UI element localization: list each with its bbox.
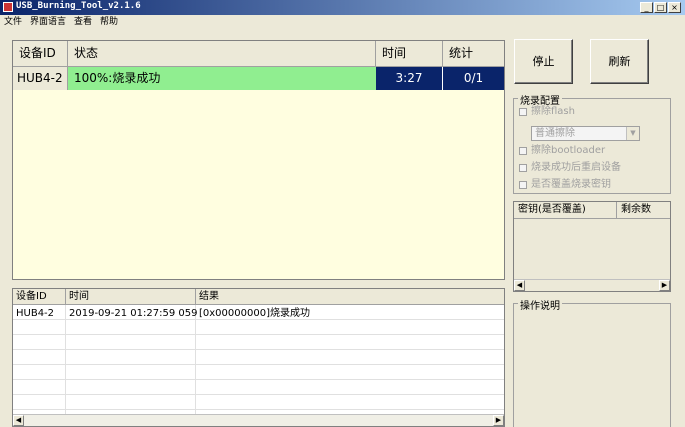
log-horizontal-scrollbar[interactable]: ◀ ▶	[13, 414, 504, 426]
menu-language[interactable]: 界面语言	[30, 15, 66, 29]
key-horizontal-scrollbar[interactable]: ◀ ▶	[514, 279, 670, 291]
scroll-left-icon[interactable]: ◀	[13, 415, 24, 426]
device-id-cell: HUB4-2	[13, 67, 68, 90]
window-title: USB_Burning_Tool_v2.1.6	[16, 1, 141, 11]
header-stats[interactable]: 统计	[443, 41, 504, 66]
checkbox-icon[interactable]	[519, 180, 527, 189]
header-device-id[interactable]: 设备ID	[13, 41, 68, 66]
scroll-left-icon[interactable]: ◀	[514, 280, 525, 291]
device-status-table: 设备ID 状态 时间 统计 HUB4-2 100%:烧录成功 3:27 0/1	[12, 40, 505, 280]
overwrite-key-label: 是否覆盖烧录密钥	[531, 179, 611, 190]
overwrite-key-option[interactable]: 是否覆盖烧录密钥	[519, 178, 611, 191]
grid-line	[195, 305, 196, 415]
erase-bootloader-option[interactable]: 擦除bootloader	[519, 144, 605, 157]
reboot-after-label: 烧录成功后重启设备	[531, 162, 621, 173]
scroll-right-icon[interactable]: ▶	[493, 415, 504, 426]
app-icon	[3, 2, 13, 12]
menu-file[interactable]: 文件	[4, 15, 22, 29]
grid-line	[13, 349, 504, 350]
scroll-right-icon[interactable]: ▶	[659, 280, 670, 291]
log-device-id-cell[interactable]: HUB4-2	[13, 306, 54, 321]
log-table-header: 设备ID 时间 结果	[13, 289, 504, 305]
grid-line	[65, 305, 66, 415]
log-header-time[interactable]: 时间	[66, 289, 196, 304]
grid-line	[13, 409, 504, 410]
erase-bootloader-label: 擦除bootloader	[531, 145, 606, 156]
time-cell: 3:27	[376, 67, 443, 90]
instructions-group: 操作说明	[513, 297, 671, 427]
refresh-button[interactable]: 刷新	[590, 39, 649, 84]
instructions-title: 操作说明	[518, 297, 562, 312]
checkbox-icon[interactable]	[519, 107, 527, 116]
erase-flash-label: 擦除flash	[531, 106, 575, 117]
erase-mode-select[interactable]: 普通擦除 ▼	[531, 126, 640, 141]
erase-flash-option[interactable]: 擦除flash	[519, 105, 575, 118]
device-table-header: 设备ID 状态 时间 统计	[13, 41, 504, 67]
maximize-button[interactable]: □	[654, 2, 667, 13]
key-header-name[interactable]: 密钥(是否覆盖)	[514, 202, 617, 218]
log-time-cell[interactable]: 2019-09-21 01:27:59 059	[66, 306, 197, 321]
checkbox-icon[interactable]	[519, 146, 527, 155]
log-table: 设备ID 时间 结果 HUB4-2 2019-09-21 01:27:59 05…	[12, 288, 505, 427]
erase-mode-value: 普通擦除	[535, 128, 575, 139]
reboot-after-option[interactable]: 烧录成功后重启设备	[519, 161, 621, 174]
close-button[interactable]: ×	[668, 2, 681, 13]
grid-line	[13, 334, 504, 335]
title-bar: USB_Burning_Tool_v2.1.6 _ □ ×	[0, 0, 685, 15]
status-cell: 100%:烧录成功	[68, 67, 376, 90]
minimize-button[interactable]: _	[640, 2, 653, 13]
log-result-cell[interactable]: [0x00000000]烧录成功	[196, 306, 310, 321]
header-status[interactable]: 状态	[68, 41, 376, 66]
menu-view[interactable]: 查看	[74, 15, 92, 29]
menu-bar: 文件 界面语言 查看 帮助	[0, 15, 685, 29]
stop-button[interactable]: 停止	[514, 39, 573, 84]
window-controls: _ □ ×	[640, 2, 681, 13]
log-header-result[interactable]: 结果	[196, 289, 504, 304]
log-header-device-id[interactable]: 设备ID	[13, 289, 66, 304]
device-row[interactable]: HUB4-2 100%:烧录成功 3:27 0/1	[13, 67, 504, 90]
checkbox-icon[interactable]	[519, 163, 527, 172]
header-time[interactable]: 时间	[376, 41, 443, 66]
grid-line	[13, 379, 504, 380]
key-table: 密钥(是否覆盖) 剩余数 ◀ ▶	[513, 201, 671, 292]
menu-help[interactable]: 帮助	[100, 15, 118, 29]
stats-cell: 0/1	[443, 67, 504, 90]
key-header-remaining[interactable]: 剩余数	[617, 202, 670, 218]
log-grid	[13, 305, 504, 415]
grid-line	[13, 364, 504, 365]
key-table-header: 密钥(是否覆盖) 剩余数	[514, 202, 670, 219]
grid-line	[13, 394, 504, 395]
chevron-down-icon[interactable]: ▼	[626, 127, 639, 140]
burn-config-group: 烧录配置 擦除flash 普通擦除 ▼ 擦除bootloader 烧录成功后重启…	[513, 92, 671, 194]
